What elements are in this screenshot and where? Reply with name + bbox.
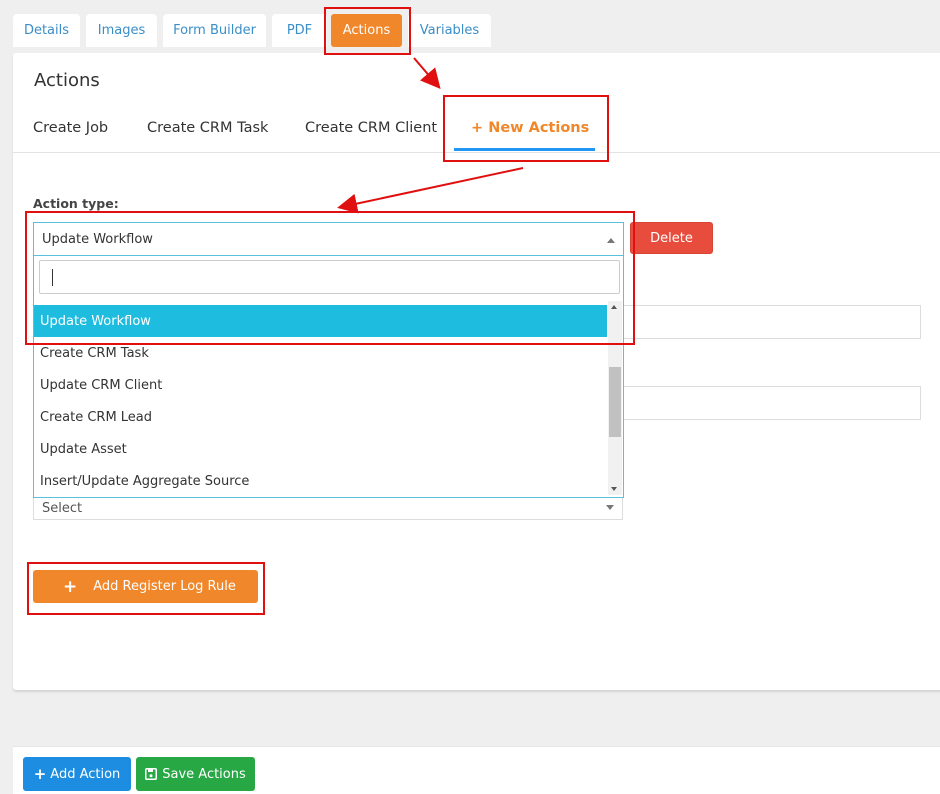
plus-icon: + bbox=[33, 765, 47, 783]
hidden-field-input[interactable] bbox=[622, 305, 921, 339]
annotation-box-new-actions bbox=[443, 95, 609, 162]
hidden-field-input[interactable] bbox=[622, 386, 921, 420]
dropdown-option[interactable]: Update Asset bbox=[34, 433, 607, 465]
panel-title: Actions bbox=[34, 70, 100, 91]
dropdown-option[interactable]: Update CRM Client bbox=[34, 369, 607, 401]
add-action-button[interactable]: + Add Action bbox=[23, 757, 131, 791]
tab-images[interactable]: Images bbox=[86, 14, 157, 47]
subtab-create-crm-task[interactable]: Create CRM Task bbox=[147, 120, 268, 136]
caret-down-icon bbox=[606, 505, 614, 510]
scroll-down-arrow-icon[interactable] bbox=[611, 487, 617, 491]
secondary-select[interactable]: Select bbox=[33, 498, 623, 520]
floppy-disk-icon bbox=[145, 768, 158, 780]
annotation-box-actions-tab bbox=[324, 7, 411, 55]
tab-form-builder[interactable]: Form Builder bbox=[163, 14, 266, 47]
secondary-select-value: Select bbox=[42, 501, 83, 516]
tab-details[interactable]: Details bbox=[13, 14, 80, 47]
delete-button[interactable]: Delete bbox=[630, 222, 713, 254]
add-action-label: Add Action bbox=[50, 766, 121, 782]
annotation-box-register-button bbox=[27, 562, 265, 615]
dropdown-option[interactable]: Insert/Update Aggregate Source bbox=[34, 465, 607, 495]
tab-pdf[interactable]: PDF bbox=[272, 14, 327, 47]
scrollbar-thumb[interactable] bbox=[609, 367, 621, 437]
save-actions-button[interactable]: Save Actions bbox=[136, 757, 255, 791]
subtab-create-job[interactable]: Create Job bbox=[33, 120, 108, 136]
save-actions-label: Save Actions bbox=[162, 766, 246, 782]
tab-variables[interactable]: Variables bbox=[408, 14, 491, 47]
annotation-box-action-type bbox=[25, 211, 635, 345]
dropdown-option[interactable]: Create CRM Lead bbox=[34, 401, 607, 433]
subtab-create-crm-client[interactable]: Create CRM Client bbox=[305, 120, 437, 136]
action-type-label: Action type: bbox=[33, 196, 119, 211]
